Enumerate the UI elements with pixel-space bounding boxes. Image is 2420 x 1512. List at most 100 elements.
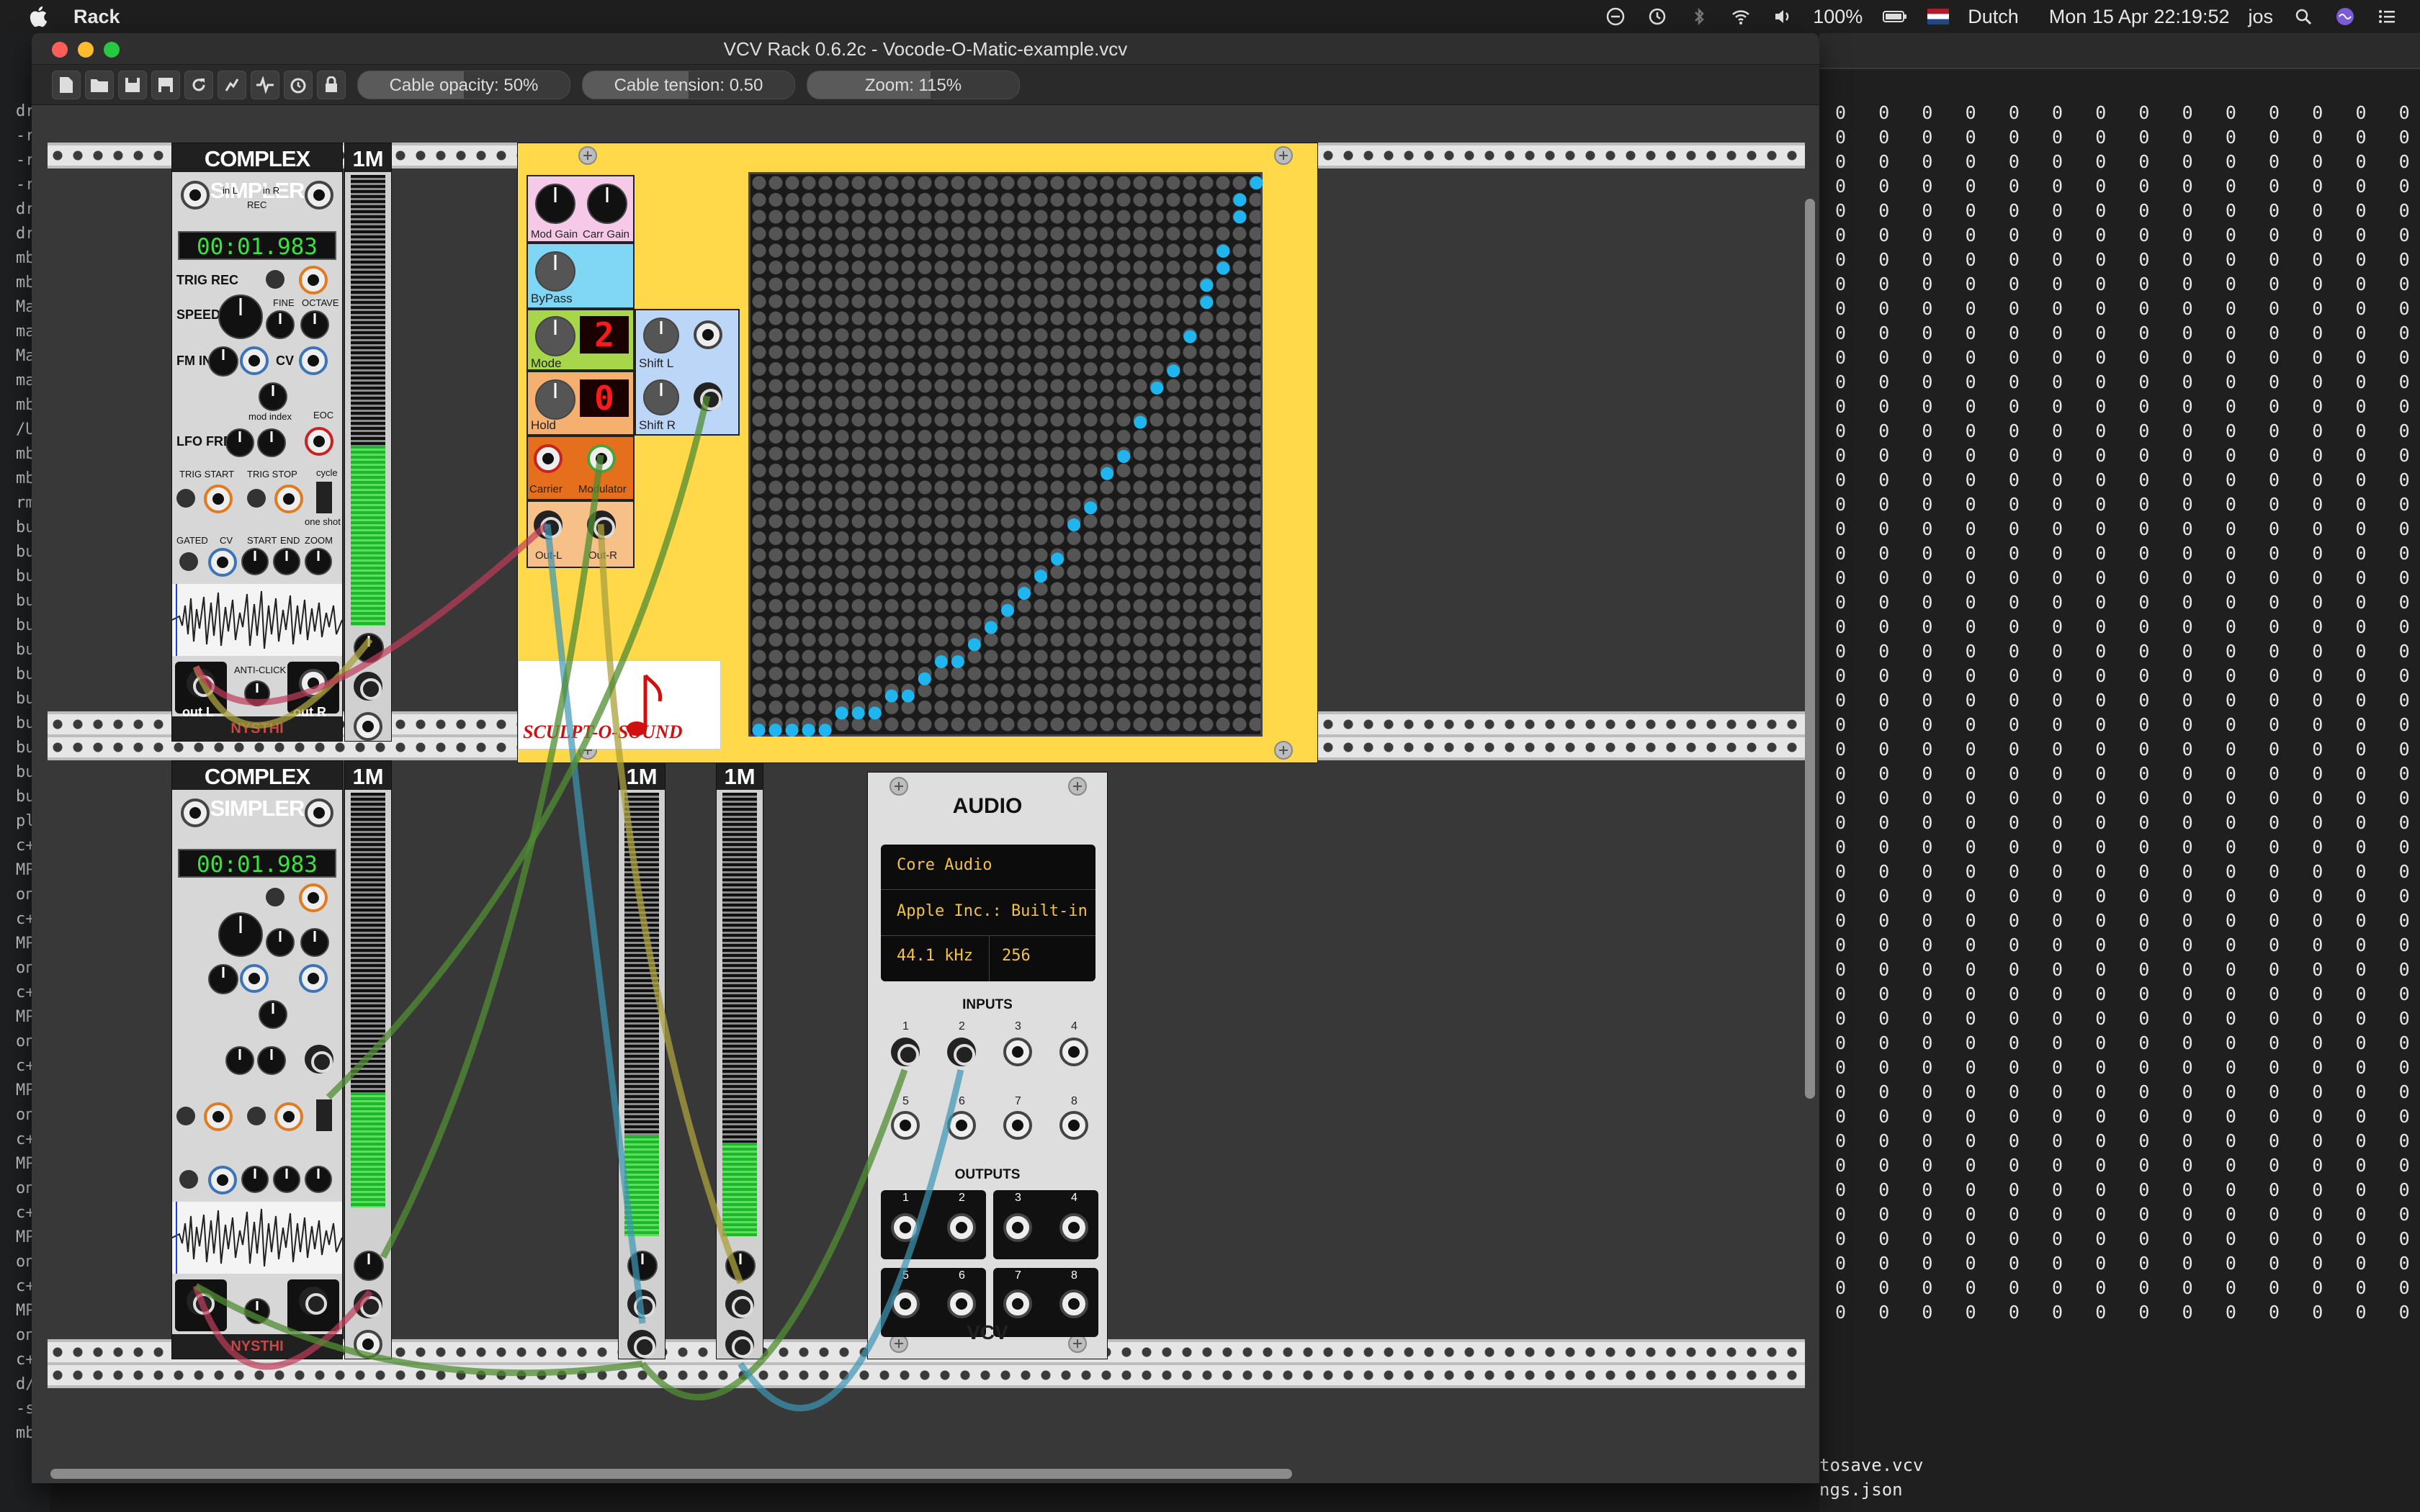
fm-in-jack[interactable] (240, 964, 269, 993)
trig-stop-jack[interactable] (274, 1102, 303, 1131)
time-machine-icon[interactable] (1646, 6, 1669, 27)
carrier-jack[interactable] (534, 444, 563, 473)
cycle-switch[interactable] (316, 482, 332, 513)
audio-output-6-jack[interactable] (947, 1290, 976, 1318)
audio-input-1-jack[interactable] (891, 1038, 920, 1066)
vocoder-module[interactable]: Mod Gain Carr Gain ByPass 2 Mode 0 Hold … (517, 143, 1318, 763)
volume-icon[interactable] (1771, 6, 1794, 27)
lfo-amount-knob[interactable] (257, 428, 286, 457)
complex-simpler-module[interactable]: COMPLEX SIMPLER in L in R REC 00:01.983 … (171, 143, 343, 742)
trig-stop-button[interactable] (247, 1107, 266, 1125)
in-l-jack[interactable] (181, 798, 210, 827)
speed-knob[interactable] (218, 912, 263, 957)
end-knob[interactable] (273, 548, 300, 575)
bluetooth-icon[interactable] (1688, 6, 1711, 27)
mod-index-knob[interactable] (259, 1000, 287, 1029)
carr-gain-knob[interactable] (587, 184, 627, 224)
audio-input-2-jack[interactable] (947, 1038, 976, 1066)
block-size-select[interactable]: 256 (1002, 947, 1031, 965)
shift-r-knob[interactable] (643, 379, 679, 415)
open-patch-button[interactable] (85, 70, 114, 99)
trig-rec-jack[interactable] (299, 883, 328, 912)
trig-start-jack[interactable] (204, 1102, 233, 1131)
eoc-jack[interactable] (305, 1045, 333, 1074)
meter-out-jack[interactable] (627, 1330, 656, 1359)
mod-gain-knob[interactable] (535, 184, 575, 224)
meter-out-jack[interactable] (725, 1330, 754, 1359)
close-window-button[interactable] (52, 42, 68, 58)
rack-area[interactable]: COMPLEX SIMPLER in L in R REC 00:01.983 … (32, 105, 1819, 1483)
save-patch-button[interactable] (118, 70, 147, 99)
audio-input-5-jack[interactable] (891, 1111, 920, 1140)
app-menu[interactable]: Rack (73, 6, 120, 28)
in-r-jack[interactable] (305, 798, 333, 827)
wifi-icon[interactable] (1729, 6, 1752, 27)
cable-opacity-slider[interactable]: Cable opacity: 50% (357, 70, 570, 99)
trig-start-button[interactable] (176, 489, 195, 508)
audio-input-4-jack[interactable] (1059, 1038, 1088, 1066)
audio-output-3-jack[interactable] (1003, 1213, 1032, 1242)
sample-rate-select[interactable]: 44.1 kHz (897, 947, 973, 965)
zoom-window-button[interactable] (104, 42, 120, 58)
trig-start-jack[interactable] (204, 485, 233, 513)
lfo-freq-knob[interactable] (225, 1046, 254, 1075)
zoom-slider[interactable]: Zoom: 115% (807, 70, 1020, 99)
cable-tension-slider[interactable]: Cable tension: 0.50 (582, 70, 795, 99)
lfo-amount-knob[interactable] (257, 1046, 286, 1075)
audio-input-3-jack[interactable] (1003, 1038, 1032, 1066)
level-knob[interactable] (354, 1251, 384, 1281)
notification-center-icon[interactable] (2375, 6, 2398, 27)
audio-output-2-jack[interactable] (947, 1213, 976, 1242)
trig-stop-jack[interactable] (274, 485, 303, 513)
vertical-scrollbar[interactable] (1805, 199, 1815, 1099)
band-matrix-display[interactable] (748, 172, 1263, 737)
shift-l-knob[interactable] (643, 318, 679, 354)
do-not-disturb-icon[interactable] (1604, 6, 1627, 27)
user-name[interactable]: jos (2248, 6, 2273, 28)
speed-knob[interactable] (218, 294, 263, 339)
audio-output-7-jack[interactable] (1003, 1290, 1032, 1318)
battery-icon[interactable] (1881, 6, 1909, 27)
octave-knob[interactable] (300, 310, 329, 339)
meter-in-jack[interactable] (725, 1290, 754, 1318)
gate-cv-jack[interactable] (208, 1166, 237, 1194)
audio-driver-select[interactable]: Core Audio (897, 856, 992, 874)
fm-knob[interactable] (208, 964, 238, 994)
trig-start-button[interactable] (176, 1107, 195, 1125)
sample-rate-button[interactable] (284, 70, 313, 99)
mode-button[interactable] (535, 316, 575, 356)
trig-stop-button[interactable] (247, 489, 266, 508)
siri-icon[interactable] (2334, 6, 2357, 27)
mod-index-knob[interactable] (259, 382, 287, 411)
cycle-switch[interactable] (316, 1099, 332, 1131)
meter-in-jack[interactable] (354, 672, 382, 701)
in-r-jack[interactable] (305, 181, 333, 210)
minimize-window-button[interactable] (78, 42, 94, 58)
bypass-button[interactable] (535, 251, 575, 292)
meter-out-jack[interactable] (354, 712, 382, 741)
out-r-jack[interactable] (299, 1287, 328, 1315)
end-knob[interactable] (273, 1166, 300, 1193)
audio-device-select[interactable]: Apple Inc.: Built-in (897, 902, 1088, 920)
save-as-button[interactable] (151, 70, 180, 99)
waveform-display[interactable] (172, 1202, 342, 1274)
complex-simpler-module[interactable]: COMPLEX SIMPLER 00:01.983 NYSTHI (171, 760, 343, 1359)
horizontal-scrollbar[interactable] (50, 1469, 1292, 1479)
in-l-jack[interactable] (181, 181, 210, 210)
dutch-flag-icon[interactable] (1927, 9, 1950, 24)
spotlight-search-icon[interactable] (2292, 6, 2315, 27)
audio-input-7-jack[interactable] (1003, 1111, 1032, 1140)
waveform-display[interactable] (172, 584, 342, 656)
gated-button[interactable] (179, 552, 198, 571)
apple-icon[interactable] (27, 4, 52, 29)
revert-patch-button[interactable] (184, 70, 213, 99)
input-language[interactable]: Dutch (1968, 6, 2019, 28)
start-knob[interactable] (241, 548, 269, 575)
rec-button[interactable] (266, 888, 284, 906)
cv-jack[interactable] (299, 964, 328, 993)
lfo-freq-knob[interactable] (225, 428, 254, 457)
window-titlebar[interactable]: VCV Rack 0.6.2c - Vocode-O-Matic-example… (32, 33, 1819, 65)
audio-output-8-jack[interactable] (1059, 1290, 1088, 1318)
rec-button[interactable] (266, 270, 284, 289)
terminal-tab-bar[interactable] (1819, 33, 2420, 69)
